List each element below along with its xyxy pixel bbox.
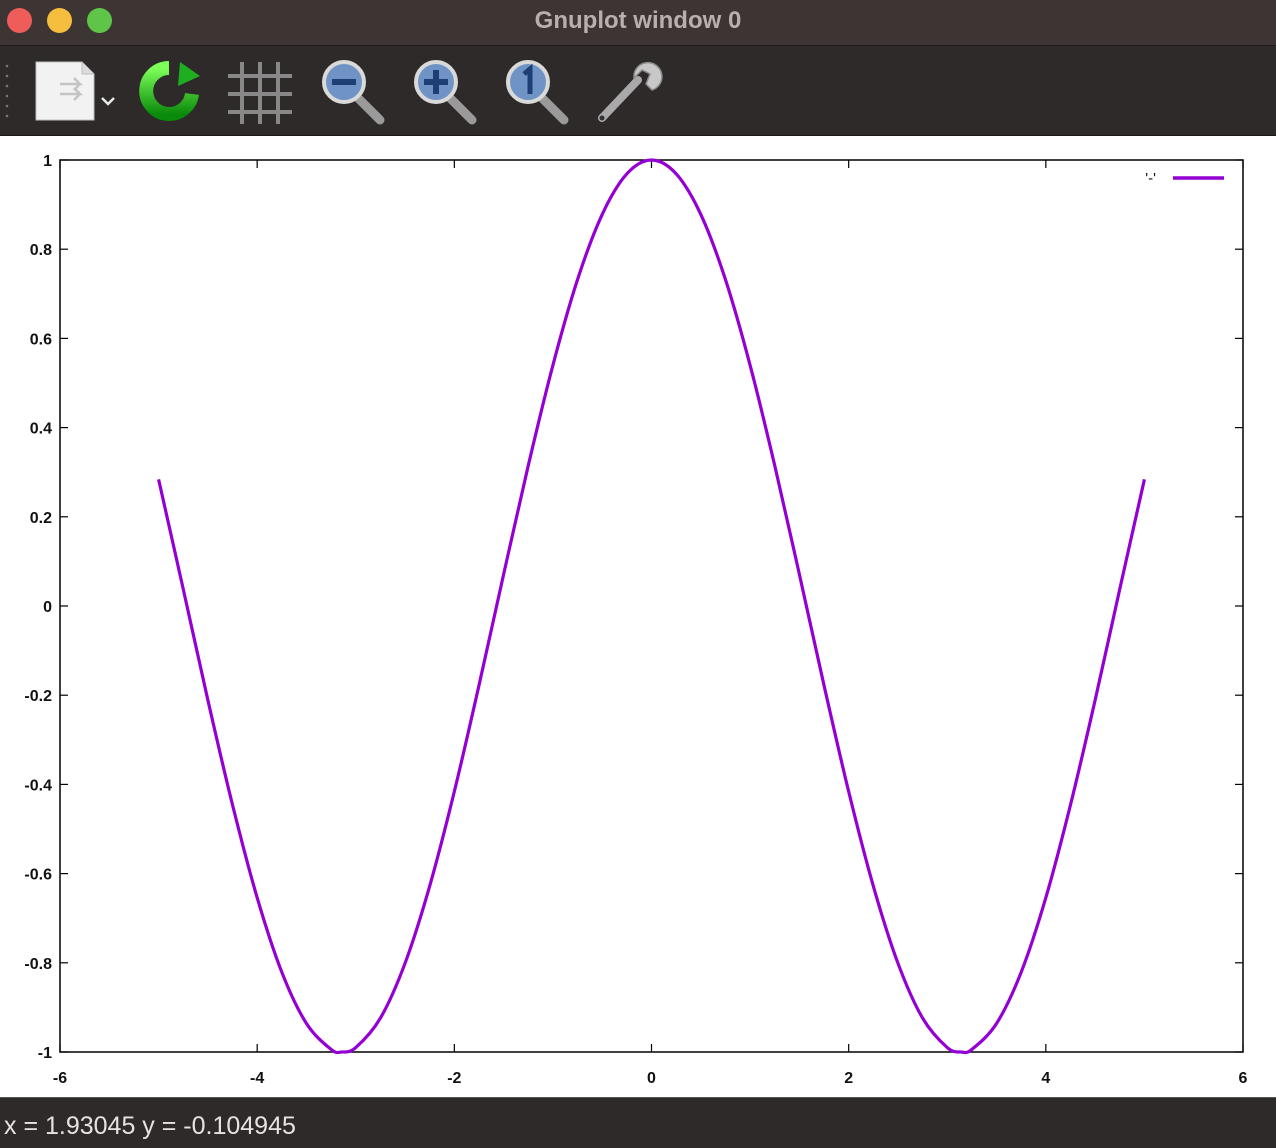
series-line: [157, 158, 1146, 1055]
y-tick-label: 0: [43, 599, 52, 616]
y-tick-label: 1: [43, 153, 52, 170]
y-tick-label: 0.4: [30, 421, 52, 438]
grid-button[interactable]: [224, 56, 296, 126]
x-tick-label: 0: [647, 1070, 656, 1087]
y-tick-label: -0.2: [24, 688, 52, 705]
zoom-next-button[interactable]: [410, 56, 480, 126]
x-tick-label: -4: [250, 1070, 264, 1087]
y-tick-label: -0.6: [24, 867, 52, 884]
grid-icon: [228, 62, 292, 124]
y-tick-label: -1: [38, 1045, 52, 1062]
y-tick-label: 0.6: [30, 331, 52, 348]
y-tick-label: 0.8: [30, 242, 52, 259]
x-tick-label: 4: [1041, 1070, 1050, 1087]
replot-button[interactable]: [134, 56, 204, 126]
x-tick-label: -2: [447, 1070, 461, 1087]
x-tick-label: 2: [844, 1070, 853, 1087]
status-bar: x = 1.93045 y = -0.104945: [0, 1097, 1276, 1148]
zoom-reset-icon: [506, 60, 569, 125]
toolbar: [0, 46, 1276, 136]
toolbar-grip-icon[interactable]: [5, 62, 9, 118]
title-bar[interactable]: Gnuplot window 0: [0, 0, 1276, 46]
chart[interactable]: 1 0.8 0.6 0.4 0.2 0 -0.2 -0.4 -0.6 -0.8 -1-6 -4 -2 0 2…: [0, 137, 1276, 1097]
x-tick-label: 6: [1239, 1070, 1248, 1087]
window-title: Gnuplot window 0: [534, 7, 742, 34]
y-tick-label: 0.2: [30, 510, 52, 527]
zoom-previous-button[interactable]: [318, 56, 388, 126]
export-menu-icon: [35, 61, 115, 121]
plot-border: [59, 159, 1244, 1053]
legend-label: '-': [1145, 170, 1156, 187]
export-button[interactable]: [30, 56, 122, 126]
y-tick-label: -0.4: [24, 777, 52, 794]
wrench-icon: [598, 61, 663, 122]
mouse-coordinates-readout: x = 1.93045 y = -0.104945: [4, 1112, 296, 1140]
plot-area[interactable]: 1 0.8 0.6 0.4 0.2 0 -0.2 -0.4 -0.6 -0.8 -1 -6 -4 -2 0 2…: [0, 137, 1276, 1097]
refresh-icon: [139, 61, 200, 121]
settings-button[interactable]: [594, 56, 664, 126]
x-tick-label: -6: [53, 1070, 67, 1087]
y-tick-label: -0.8: [24, 956, 52, 973]
autoscale-button[interactable]: [502, 56, 572, 126]
zoom-in-icon: [414, 60, 477, 125]
zoom-out-icon: [322, 60, 385, 125]
